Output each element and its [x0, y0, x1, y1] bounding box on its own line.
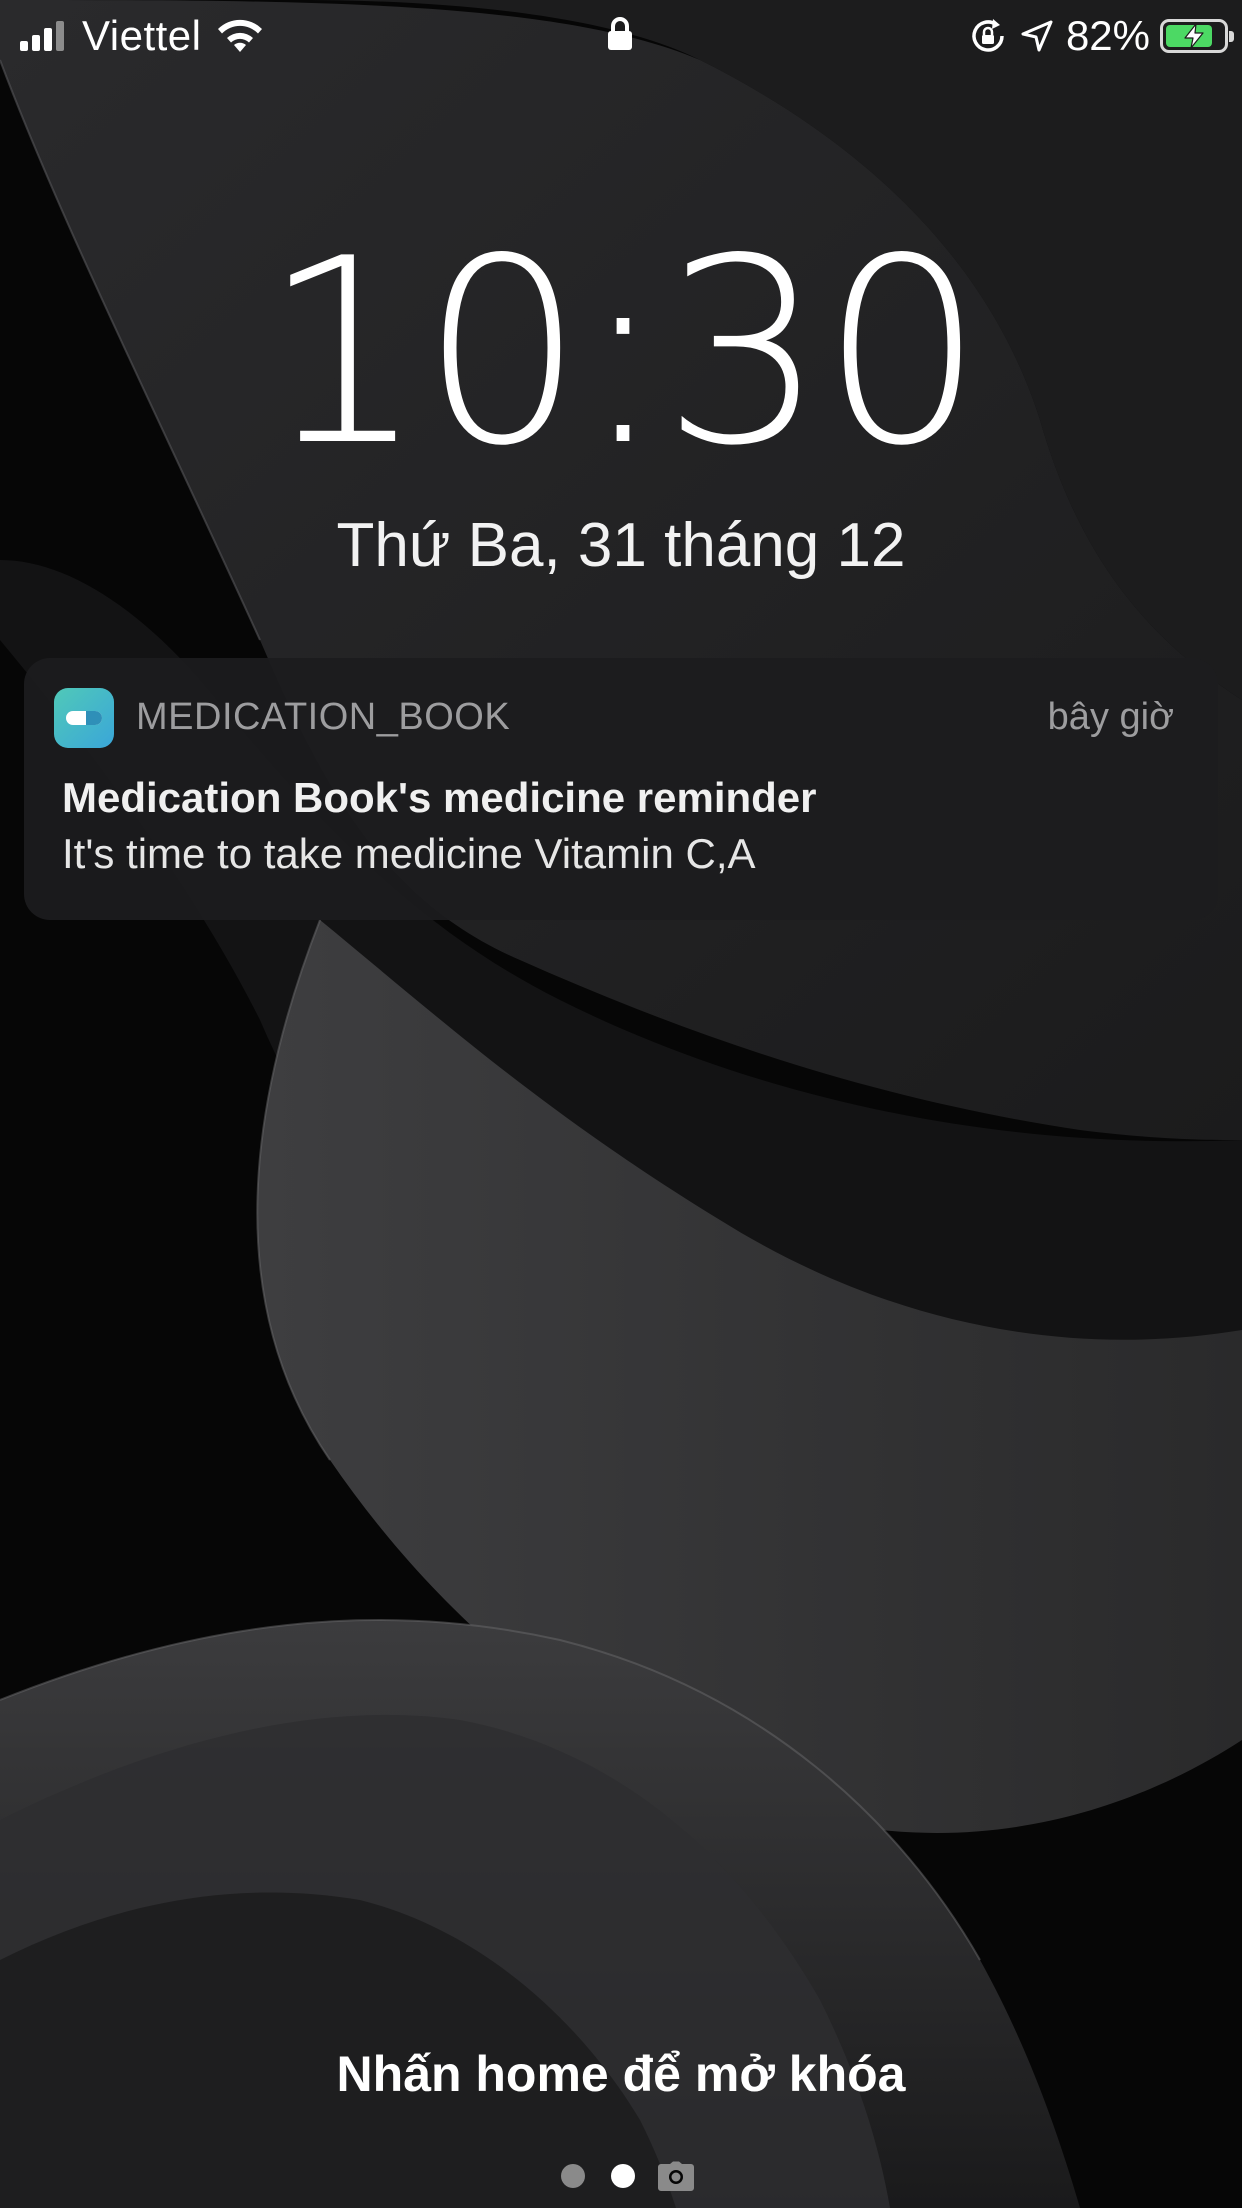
battery-percentage: 82% — [1065, 12, 1150, 59]
charging-bolt-icon — [1184, 23, 1204, 49]
status-bar-left: Viettel — [20, 10, 265, 62]
notification-title: Medication Book's medicine reminder — [62, 774, 817, 821]
status-bar: Viettel 82% — [0, 0, 1242, 72]
carrier-name: Viettel — [82, 12, 202, 59]
pill-icon — [66, 711, 102, 725]
notification-app-name: MEDICATION_BOOK — [136, 696, 511, 738]
battery-charging-icon — [1160, 19, 1234, 53]
notification-card[interactable]: MEDICATION_BOOK bây giờ Medication Book'… — [24, 658, 1218, 920]
wifi-icon — [218, 19, 263, 52]
signal-bars-icon — [20, 21, 68, 51]
camera-icon[interactable] — [658, 2161, 694, 2191]
notification-timestamp: bây giờ — [1047, 696, 1174, 738]
lock-icon — [608, 17, 632, 50]
lock-screen-date: Thứ Ba, 31 tháng 12 — [336, 511, 906, 580]
page-indicator[interactable] — [0, 2161, 1242, 2191]
page-dot-1[interactable] — [561, 2164, 585, 2188]
status-bar-right: 82% — [968, 10, 1234, 62]
notification-body: It's time to take medicine Vitamin C,A — [62, 830, 756, 877]
unlock-hint: Nhấn home để mở khóa — [336, 2046, 906, 2102]
location-arrow-icon — [1021, 20, 1053, 52]
pill-app-icon — [54, 688, 114, 748]
lock-screen-time: 10:30 — [262, 204, 984, 502]
page-dot-2[interactable] — [611, 2164, 635, 2188]
battery-nub — [1229, 31, 1234, 42]
rotation-lock-icon — [972, 19, 1004, 52]
